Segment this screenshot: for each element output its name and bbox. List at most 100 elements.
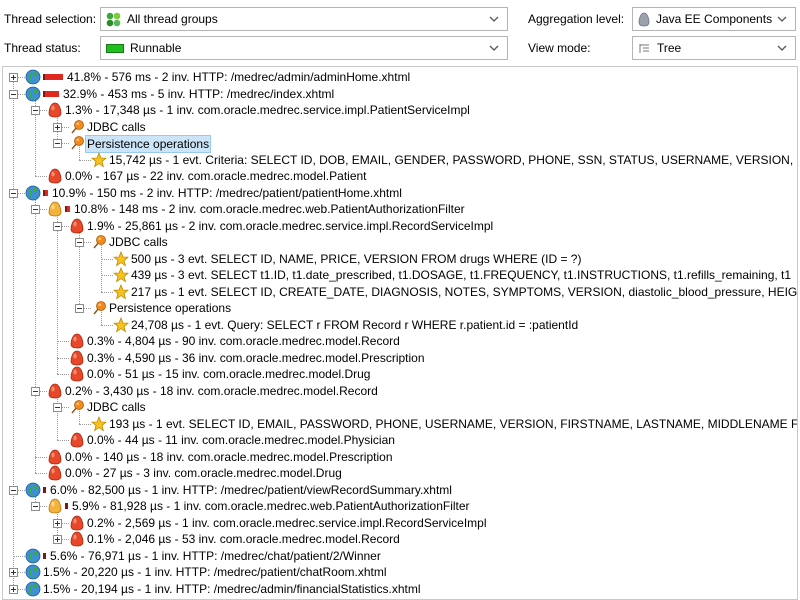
chevron-down-icon bbox=[777, 45, 787, 51]
bean-icon bbox=[47, 102, 63, 118]
collapse-toggle[interactable] bbox=[31, 386, 40, 396]
chevron-down-icon bbox=[777, 16, 787, 22]
tree-row[interactable]: 217 µs - 1 evt. SELECT ID, CREATE_DATE, … bbox=[3, 283, 798, 300]
tree-row[interactable]: JDBC calls bbox=[3, 234, 797, 250]
tree-row[interactable]: 1.3% - 17,348 µs - 1 inv. com.oracle.med… bbox=[3, 102, 797, 118]
tree-row[interactable]: 5.9% - 81,928 µs - 1 inv. com.oracle.med… bbox=[3, 498, 797, 514]
tree-row[interactable]: 0.0% - 51 µs - 15 inv. com.oracle.medrec… bbox=[3, 366, 797, 382]
percentage-bar bbox=[43, 90, 59, 97]
tree-row-label: 10.8% - 148 ms - 2 inv. com.oracle.medre… bbox=[74, 202, 465, 216]
java-ee-component-icon bbox=[638, 12, 650, 26]
expand-toggle[interactable] bbox=[9, 568, 18, 577]
tree-row-label: 217 µs - 1 evt. SELECT ID, CREATE_DATE, … bbox=[131, 284, 798, 299]
tree-row-label: 193 µs - 1 evt. SELECT ID, EMAIL, PASSWO… bbox=[109, 416, 798, 431]
star-icon bbox=[112, 250, 130, 267]
aggregation-level-label: Aggregation level: bbox=[528, 12, 625, 26]
tree-row-label: 0.3% - 4,590 µs - 36 inv. com.oracle.med… bbox=[87, 350, 425, 365]
tree-row-label: 0.2% - 2,569 µs - 1 inv. com.oracle.medr… bbox=[87, 515, 487, 530]
tree-row-label: 0.1% - 2,046 µs - 53 inv. com.oracle.med… bbox=[87, 532, 400, 546]
collapse-toggle[interactable] bbox=[9, 188, 18, 198]
tree-row[interactable]: 500 µs - 3 evt. SELECT ID, NAME, PRICE, … bbox=[3, 250, 797, 267]
tree-row-label: 32.9% - 453 ms - 5 inv. HTTP: /medrec/in… bbox=[63, 86, 335, 101]
thread-status-dropdown[interactable]: Runnable bbox=[100, 36, 508, 60]
aggregation-level-dropdown[interactable]: Java EE Components bbox=[632, 7, 796, 31]
globe-icon bbox=[25, 564, 41, 580]
pin-icon bbox=[91, 300, 107, 316]
collapse-toggle[interactable] bbox=[31, 205, 40, 214]
tree-row-label: 41.8% - 576 ms - 2 inv. HTTP: /medrec/ad… bbox=[67, 70, 411, 84]
tree-row[interactable]: 0.0% - 167 µs - 22 inv. com.oracle.medre… bbox=[3, 168, 797, 184]
collapse-toggle[interactable] bbox=[31, 502, 40, 511]
tree-row[interactable]: 10.8% - 148 ms - 2 inv. com.oracle.medre… bbox=[3, 201, 797, 217]
expand-toggle[interactable] bbox=[53, 122, 62, 132]
expand-toggle[interactable] bbox=[53, 518, 62, 528]
tree-row[interactable]: 1.5% - 20,220 µs - 1 inv. HTTP: /medrec/… bbox=[3, 564, 797, 580]
pin-icon bbox=[91, 234, 107, 250]
tree-row[interactable]: 10.9% - 150 ms - 2 inv. HTTP: /medrec/pa… bbox=[3, 185, 797, 201]
expand-toggle[interactable] bbox=[53, 535, 62, 544]
bean-icon bbox=[69, 218, 85, 234]
tree-row[interactable]: 0.2% - 2,569 µs - 1 inv. com.oracle.medr… bbox=[3, 515, 797, 531]
view-mode-dropdown[interactable]: Tree bbox=[632, 36, 796, 60]
tree-row[interactable]: Persistence operations bbox=[3, 300, 797, 316]
tree-row-label: 1.3% - 17,348 µs - 1 inv. com.oracle.med… bbox=[65, 103, 470, 117]
tree-row[interactable]: 24,708 µs - 1 evt. Query: SELECT r FROM … bbox=[3, 316, 797, 333]
tree-row[interactable]: 0.0% - 27 µs - 3 inv. com.oracle.medrec.… bbox=[3, 465, 797, 481]
collapse-toggle[interactable] bbox=[31, 106, 40, 115]
tree-row-label: JDBC calls bbox=[87, 400, 146, 414]
tree-row[interactable]: 5.6% - 76,971 µs - 1 inv. HTTP: /medrec/… bbox=[3, 548, 797, 564]
tree-row[interactable]: 1.5% - 20,194 µs - 1 inv. HTTP: /medrec/… bbox=[3, 581, 797, 597]
percentage-bar bbox=[43, 552, 46, 559]
thread-selection-value: All thread groups bbox=[127, 12, 218, 26]
collapse-toggle[interactable] bbox=[53, 221, 62, 231]
call-tree[interactable]: 41.8% - 576 ms - 2 inv. HTTP: /medrec/ad… bbox=[2, 66, 798, 600]
tree-row[interactable]: 0.3% - 4,590 µs - 36 inv. com.oracle.med… bbox=[3, 350, 797, 366]
tree-row[interactable]: 41.8% - 576 ms - 2 inv. HTTP: /medrec/ad… bbox=[3, 69, 797, 85]
star-icon bbox=[90, 415, 108, 432]
chevron-down-icon bbox=[489, 45, 499, 51]
globe-icon bbox=[25, 548, 41, 564]
tree-view-icon bbox=[639, 43, 649, 53]
tree-row[interactable]: 0.3% - 4,804 µs - 90 inv. com.oracle.med… bbox=[3, 333, 797, 349]
thread-selection-dropdown[interactable]: All thread groups bbox=[100, 7, 508, 31]
pin-icon bbox=[69, 399, 85, 415]
collapse-toggle[interactable] bbox=[53, 139, 62, 148]
tree-row[interactable]: 1.9% - 25,861 µs - 2 inv. com.oracle.med… bbox=[3, 218, 797, 234]
tree-row[interactable]: 439 µs - 3 evt. SELECT t1.ID, t1.date_pr… bbox=[3, 266, 797, 283]
collapse-toggle[interactable] bbox=[9, 89, 18, 99]
tree-row-label: 439 µs - 3 evt. SELECT t1.ID, t1.date_pr… bbox=[131, 268, 792, 282]
bean-icon bbox=[69, 531, 85, 547]
tree-row[interactable]: 0.2% - 3,430 µs - 18 inv. com.oracle.med… bbox=[3, 383, 797, 399]
tree-row-label: 0.0% - 27 µs - 3 inv. com.oracle.medrec.… bbox=[65, 466, 342, 480]
expand-toggle[interactable] bbox=[9, 584, 18, 594]
tree-row-label: 1.9% - 25,861 µs - 2 inv. com.oracle.med… bbox=[87, 218, 494, 233]
tree-row-label: JDBC calls bbox=[87, 119, 146, 134]
bean-icon bbox=[47, 168, 63, 184]
tree-row-label: 0.2% - 3,430 µs - 18 inv. com.oracle.med… bbox=[65, 383, 378, 398]
collapse-toggle[interactable] bbox=[53, 403, 62, 412]
tree-row[interactable]: 32.9% - 453 ms - 5 inv. HTTP: /medrec/in… bbox=[3, 86, 797, 102]
tree-row[interactable]: 6.0% - 82,500 µs - 1 inv. HTTP: /medrec/… bbox=[3, 482, 797, 498]
bean-icon bbox=[47, 449, 63, 465]
thread-status-value: Runnable bbox=[130, 41, 182, 55]
star-icon bbox=[90, 151, 108, 168]
tree-row[interactable]: 193 µs - 1 evt. SELECT ID, EMAIL, PASSWO… bbox=[3, 415, 798, 432]
tree-row-label: 0.0% - 51 µs - 15 inv. com.oracle.medrec… bbox=[87, 367, 371, 381]
expand-toggle[interactable] bbox=[9, 73, 18, 82]
tree-row-label: 6.0% - 82,500 µs - 1 inv. HTTP: /medrec/… bbox=[50, 482, 452, 497]
globe-icon bbox=[25, 69, 41, 85]
tree-row[interactable]: 0.1% - 2,046 µs - 53 inv. com.oracle.med… bbox=[3, 531, 797, 547]
tree-row[interactable]: 0.0% - 140 µs - 18 inv. com.oracle.medre… bbox=[3, 449, 797, 465]
tree-row-label: 5.9% - 81,928 µs - 1 inv. com.oracle.med… bbox=[72, 499, 470, 513]
tree-row-label: Persistence operations bbox=[85, 135, 212, 153]
tree-row[interactable]: 0.0% - 44 µs - 11 inv. com.oracle.medrec… bbox=[3, 432, 797, 448]
tree-row[interactable]: 15,742 µs - 1 evt. Criteria: SELECT ID, … bbox=[3, 151, 797, 168]
collapse-toggle[interactable] bbox=[75, 238, 84, 247]
collapse-toggle[interactable] bbox=[75, 304, 84, 313]
globe-icon bbox=[25, 482, 41, 498]
collapse-toggle[interactable] bbox=[9, 485, 18, 495]
tree-row[interactable]: Persistence operations bbox=[3, 135, 797, 153]
tree-row[interactable]: JDBC calls bbox=[3, 119, 797, 135]
tree-row[interactable]: JDBC calls bbox=[3, 399, 797, 415]
pin-icon bbox=[69, 135, 85, 151]
